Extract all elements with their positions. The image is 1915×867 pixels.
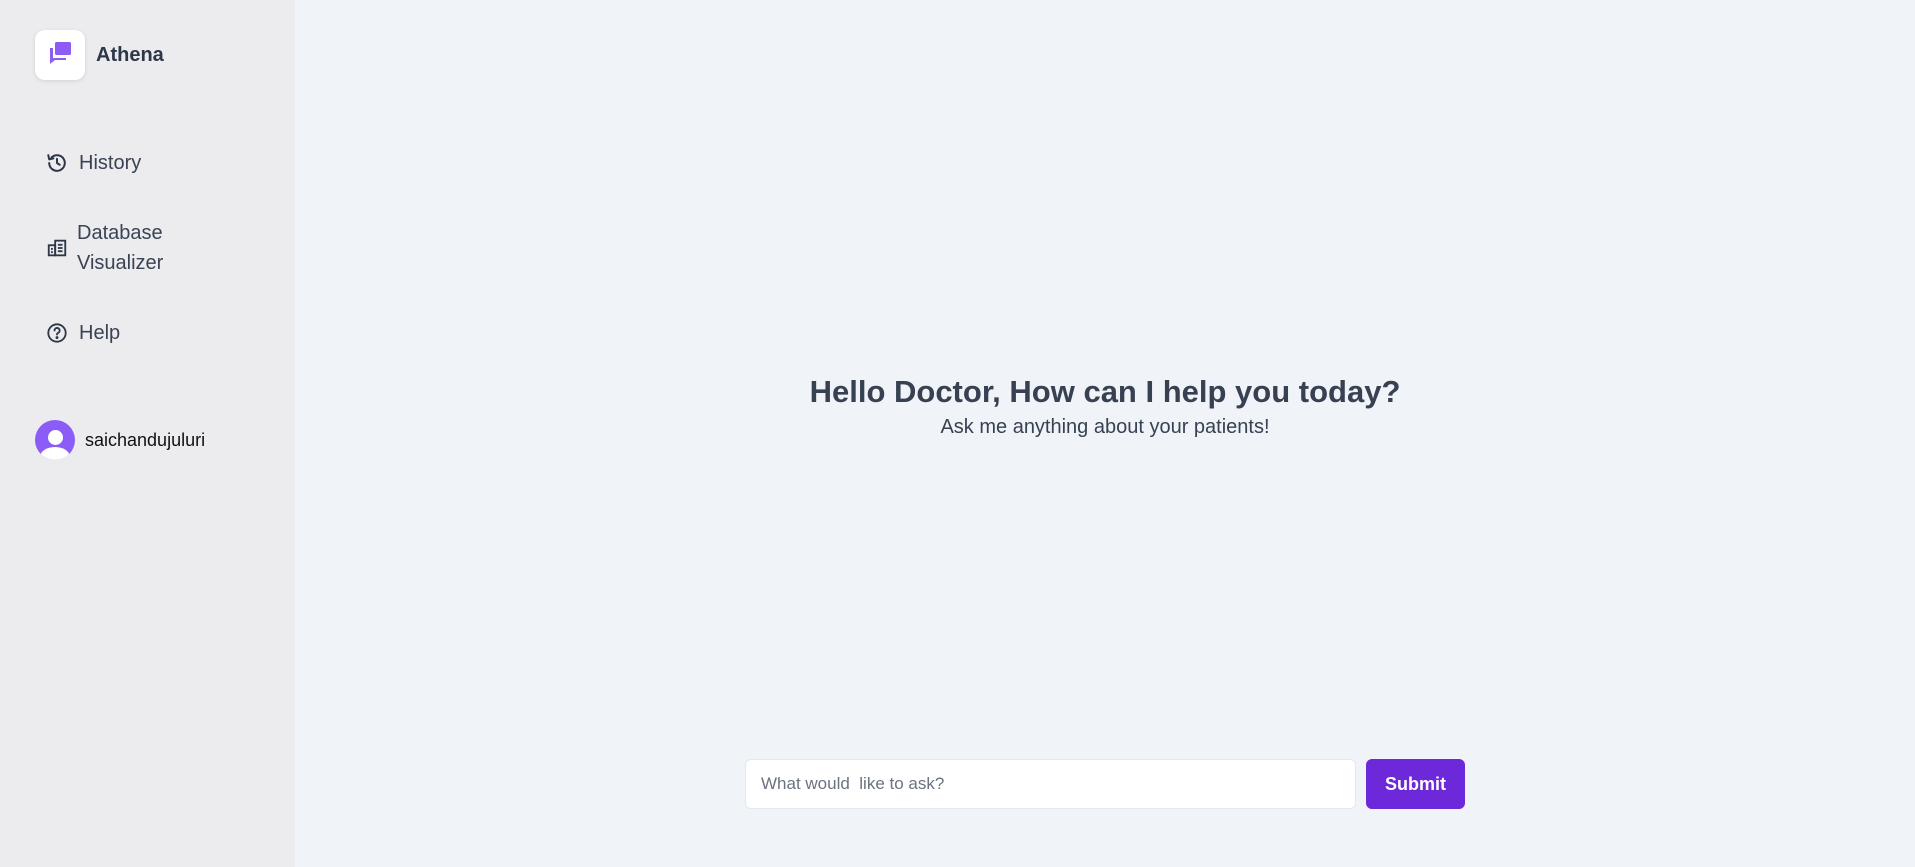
sidebar-item-help[interactable]: Help bbox=[45, 318, 120, 348]
user-avatar-icon bbox=[35, 420, 75, 460]
brand-name: Athena bbox=[96, 43, 164, 66]
sidebar-item-history[interactable]: History bbox=[45, 148, 141, 178]
brand-logo bbox=[35, 30, 85, 80]
brand[interactable]: Athena bbox=[35, 30, 164, 80]
question-input[interactable] bbox=[745, 759, 1356, 809]
greeting: Hello Doctor, How can I help you today? … bbox=[295, 372, 1915, 439]
history-icon bbox=[45, 151, 69, 175]
page-title: Hello Doctor, How can I help you today? bbox=[809, 374, 1401, 409]
sidebar-item-database-visualizer[interactable]: Database Visualizer bbox=[45, 218, 197, 278]
user-profile[interactable]: saichandujuluri bbox=[35, 420, 205, 460]
app-root: Athena History Database Visualizer Help … bbox=[0, 0, 1915, 867]
sidebar-item-label: Database Visualizer bbox=[77, 222, 164, 274]
submit-button[interactable]: Submit bbox=[1366, 759, 1465, 809]
help-circle-icon bbox=[45, 321, 69, 345]
chat-bubbles-icon bbox=[46, 39, 74, 72]
sidebar-item-label: Help bbox=[79, 322, 121, 344]
database-chart-icon bbox=[45, 236, 69, 260]
page-subtitle: Ask me anything about your patients! bbox=[940, 416, 1270, 438]
user-name: saichandujuluri bbox=[85, 429, 206, 450]
main-content: Hello Doctor, How can I help you today? … bbox=[295, 0, 1915, 867]
question-composer: Submit bbox=[745, 759, 1465, 809]
sidebar-item-label: History bbox=[79, 152, 142, 174]
sidebar: Athena History Database Visualizer Help … bbox=[0, 0, 295, 867]
